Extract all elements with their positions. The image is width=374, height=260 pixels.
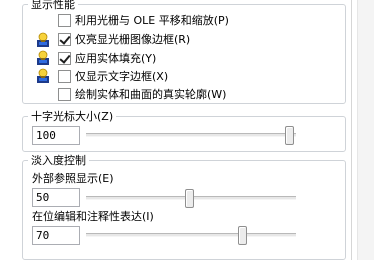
checkbox-highlight-raster-frame[interactable] bbox=[58, 32, 71, 46]
lamp-icon bbox=[35, 50, 52, 67]
option-text-frame-only[interactable]: 仅显示文字边框(X) bbox=[58, 68, 168, 84]
panel-divider bbox=[351, 0, 352, 260]
option-highlight-raster-frame[interactable]: 仅亮显光栅图像边框(R) bbox=[58, 31, 190, 47]
lamp-icon bbox=[35, 32, 52, 49]
display-performance-title: 显示性能 bbox=[28, 0, 78, 11]
xref-display-label: 外部参照显示(E) bbox=[32, 172, 114, 185]
checkbox-text-frame-only[interactable] bbox=[58, 69, 71, 83]
fade-control-title: 淡入度控制 bbox=[28, 154, 89, 167]
option-label: 绘制实体和曲面的真实轮廓(W) bbox=[75, 88, 227, 101]
vertical-scrollbar[interactable] bbox=[357, 0, 374, 260]
option-label: 仅亮显光栅图像边框(R) bbox=[75, 33, 191, 46]
inplace-edit-input[interactable]: 70 bbox=[32, 226, 80, 245]
crosshair-size-title: 十字光标大小(Z) bbox=[28, 110, 117, 123]
inplace-edit-slider-thumb[interactable] bbox=[238, 226, 248, 245]
xref-display-input[interactable]: 50 bbox=[32, 188, 80, 207]
inplace-edit-label: 在位编辑和注释性表达(I) bbox=[32, 210, 154, 223]
option-label: 应用实体填充(Y) bbox=[75, 52, 157, 65]
crosshair-size-slider-track[interactable] bbox=[86, 133, 296, 137]
option-label: 利用光栅与 OLE 平移和缩放(P) bbox=[75, 14, 229, 27]
inplace-edit-slider-track[interactable] bbox=[86, 233, 296, 237]
option-label: 仅显示文字边框(X) bbox=[75, 70, 169, 83]
lamp-icon bbox=[35, 68, 52, 85]
crosshair-size-slider-thumb[interactable] bbox=[285, 126, 294, 145]
checkbox-apply-solid-fill[interactable] bbox=[58, 51, 71, 65]
checkbox-raster-ole-pan-zoom[interactable] bbox=[58, 13, 71, 27]
crosshair-size-input[interactable]: 100 bbox=[32, 126, 80, 145]
option-apply-solid-fill[interactable]: 应用实体填充(Y) bbox=[58, 50, 156, 66]
option-true-silhouettes[interactable]: 绘制实体和曲面的真实轮廓(W) bbox=[58, 86, 226, 102]
checkbox-true-silhouettes[interactable] bbox=[58, 87, 71, 101]
option-raster-ole-pan-zoom[interactable]: 利用光栅与 OLE 平移和缩放(P) bbox=[58, 12, 229, 28]
xref-display-slider-thumb[interactable] bbox=[185, 189, 194, 208]
